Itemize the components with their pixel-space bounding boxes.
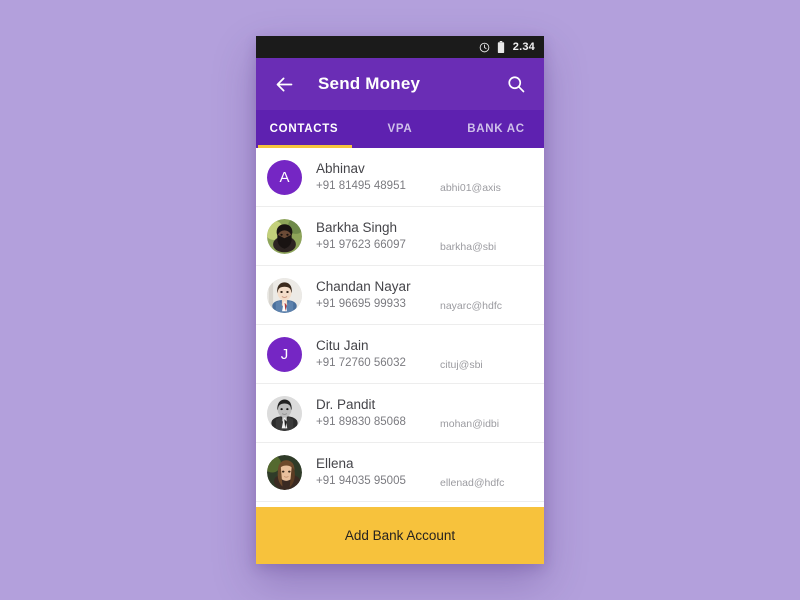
tab-contacts-label: CONTACTS: [269, 123, 339, 135]
tab-vpa[interactable]: VPA: [352, 110, 448, 148]
avatar: [267, 454, 302, 490]
contact-list: A Abhinav +91 81495 48951 abhi01@axis Ba…: [256, 148, 544, 507]
contact-phone: +91 72760 56032: [316, 357, 406, 369]
tab-bar: CONTACTS VPA BANK AC: [256, 110, 544, 148]
contact-text: Barkha Singh +91 97623 66097: [316, 219, 440, 253]
table-row[interactable]: Barkha Singh +91 97623 66097 barkha@sbi: [256, 207, 544, 266]
app-bar: Send Money: [256, 58, 544, 110]
avatar-photo-icon: [267, 277, 302, 313]
back-arrow-icon[interactable]: [272, 72, 296, 96]
contact-name: Ellena: [316, 456, 354, 471]
contact-name: Abhinav: [316, 161, 365, 176]
search-icon[interactable]: [504, 72, 528, 96]
contact-phone: +91 81495 48951: [316, 180, 406, 192]
table-row[interactable]: Chandan Nayar +91 96695 99933 nayarc@hdf…: [256, 266, 544, 325]
table-row[interactable]: J Citu Jain +91 72760 56032 cituj@sbi: [256, 325, 544, 384]
contact-name: Chandan Nayar: [316, 279, 411, 294]
clock-icon: [479, 42, 490, 53]
contact-text: Ellena +91 94035 95005: [316, 455, 440, 489]
tab-vpa-label: VPA: [387, 123, 413, 135]
avatar: [267, 218, 302, 254]
contact-name: Citu Jain: [316, 338, 369, 353]
avatar-photo-icon: [267, 454, 302, 490]
contact-vpa: ellenad@hdfc: [440, 477, 505, 489]
phone-screen: 2.34 Send Money CONTACTS VPA BANK AC A A…: [256, 36, 544, 564]
contact-name: Dr. Pandit: [316, 397, 376, 412]
avatar: [267, 395, 302, 431]
contact-name: Barkha Singh: [316, 220, 398, 235]
status-time: 2.34: [512, 41, 535, 53]
table-row[interactable]: A Abhinav +91 81495 48951 abhi01@axis: [256, 148, 544, 207]
tab-bank-ac[interactable]: BANK AC: [448, 110, 544, 148]
table-row[interactable]: Dr. Pandit +91 89830 85068 mohan@idbi: [256, 384, 544, 443]
table-row[interactable]: Ellena +91 94035 95005 ellenad@hdfc: [256, 443, 544, 502]
contact-vpa: barkha@sbi: [440, 241, 497, 253]
tab-bank-ac-label: BANK AC: [467, 123, 525, 135]
contact-phone: +91 97623 66097: [316, 239, 406, 251]
contact-text: Abhinav +91 81495 48951: [316, 160, 440, 194]
avatar: A: [267, 159, 302, 195]
avatar-photo-icon: [267, 395, 302, 431]
contact-vpa: cituj@sbi: [440, 359, 483, 371]
avatar-initial: J: [280, 345, 289, 363]
contact-vpa: nayarc@hdfc: [440, 300, 503, 312]
contact-text: Citu Jain +91 72760 56032: [316, 337, 440, 371]
contact-phone: +91 89830 85068: [316, 416, 406, 428]
contact-text: Dr. Pandit +91 89830 85068: [316, 396, 440, 430]
page-title: Send Money: [318, 74, 421, 93]
battery-icon: [497, 41, 505, 53]
tab-contacts[interactable]: CONTACTS: [256, 110, 352, 148]
contact-vpa: mohan@idbi: [440, 418, 500, 430]
avatar-initial: A: [279, 168, 290, 186]
contact-phone: +91 96695 99933: [316, 298, 406, 310]
avatar: J: [267, 336, 302, 372]
avatar-photo-icon: [267, 218, 302, 254]
avatar: [267, 277, 302, 313]
contact-text: Chandan Nayar +91 96695 99933: [316, 278, 440, 312]
contact-vpa: abhi01@axis: [440, 182, 501, 194]
add-bank-account-button[interactable]: Add Bank Account: [256, 507, 544, 564]
add-bank-account-label: Add Bank Account: [344, 528, 456, 543]
status-bar: 2.34: [256, 36, 544, 58]
contact-phone: +91 94035 95005: [316, 475, 406, 487]
